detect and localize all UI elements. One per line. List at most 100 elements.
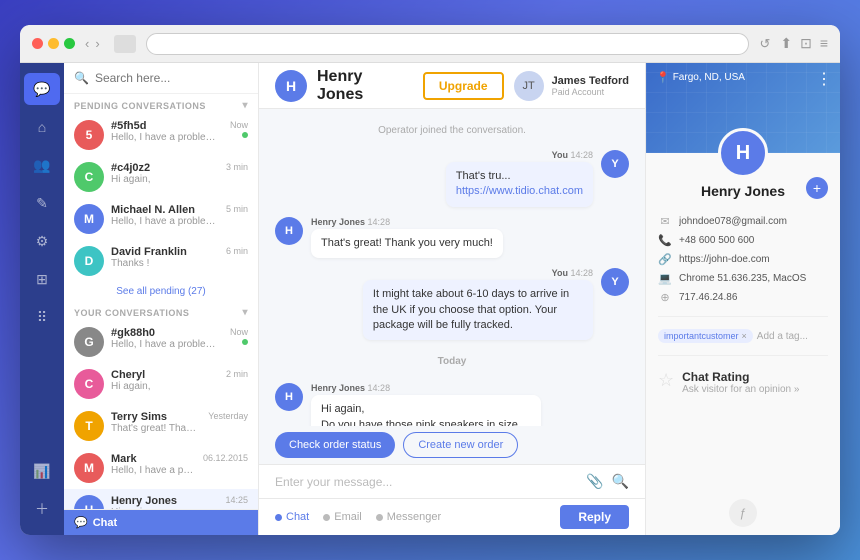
message-bubble: It might take about 6-10 days to arrive … (363, 280, 593, 340)
link-icon: 🔗 (658, 253, 672, 266)
conv-preview: That's great! Thank you very much! (111, 423, 201, 434)
conv-item-pending-2[interactable]: C #c4j0z2 Hi again, 3 min (64, 156, 258, 198)
add-icon: ＋ (35, 499, 49, 519)
panel-menu-button[interactable]: ⋮ (816, 69, 832, 89)
create-order-button[interactable]: Create new order (403, 432, 518, 458)
home-icon: ⌂ (38, 119, 46, 135)
conv-name: #5fh5d (111, 120, 223, 132)
location-text: Fargo, ND, USA (673, 72, 745, 83)
tab-email[interactable]: Email (323, 511, 362, 523)
date-divider: Today (275, 356, 629, 367)
sidebar-icon-settings[interactable]: ⚙ (24, 225, 60, 257)
conv-item-pending-4[interactable]: D David Franklin Thanks ! 6 min (64, 240, 258, 282)
message-content: Henry Jones 14:28 That's great! Thank yo… (311, 217, 503, 258)
message-avatar: Y (601, 268, 629, 296)
dot-red[interactable] (32, 38, 43, 49)
chevron-down-icon[interactable]: ▾ (242, 307, 248, 318)
message-input[interactable] (275, 475, 578, 489)
forward-btn[interactable]: › (95, 36, 99, 51)
conv-item-pending-1[interactable]: 5 #5fh5d Hello, I have a problem with my… (64, 114, 258, 156)
edit-icon: ✎ (36, 195, 48, 212)
message-sender: You (552, 150, 568, 160)
conv-preview: Hello, I have a problem with my wid... (111, 339, 223, 350)
conversations-sidebar: 🔍 PENDING CONVERSATIONS ▾ 5 #5fh5d Hello… (64, 63, 259, 535)
conv-item-your-2[interactable]: C Cheryl Hi again, 2 min (64, 363, 258, 405)
sidebar-icon-grid[interactable]: ⠿ (24, 301, 60, 333)
share-icon[interactable]: ⬆ (780, 35, 792, 52)
tab-chat[interactable]: Chat (275, 511, 309, 523)
conv-info: David Franklin Thanks ! (111, 246, 219, 269)
avatar: C (74, 162, 104, 192)
tag-close-icon[interactable]: × (742, 331, 747, 341)
avatar: H (74, 495, 104, 509)
status-badge (242, 132, 248, 138)
sidebar-icon-users[interactable]: 👥 (24, 149, 60, 181)
sidebar-icon-chat[interactable]: 💬 (24, 73, 60, 105)
search-input[interactable] (95, 71, 250, 85)
back-btn[interactable]: ‹ (85, 36, 89, 51)
bookmark-icon[interactable]: ⊡ (800, 35, 812, 52)
reply-button[interactable]: Reply (560, 505, 629, 529)
browser-actions: ⬆ ⊡ ≡ (780, 35, 828, 52)
sidebar-icon-add[interactable]: ＋ (24, 493, 60, 525)
browser-bar: ‹ › ↺ ⬆ ⊡ ≡ (20, 25, 840, 63)
message-row-3: Y You 14:28 It might take about 6-10 day… (275, 268, 629, 340)
conv-name: Henry Jones (111, 495, 218, 507)
message-link[interactable]: https://www.tidio.chat.com (456, 185, 583, 197)
conv-info: #c4j0z2 Hi again, (111, 162, 219, 185)
conv-meta: 14:25 (225, 495, 248, 505)
avatar: D (74, 246, 104, 276)
conv-item-pending-3[interactable]: M Michael N. Allen Hello, I have a probl… (64, 198, 258, 240)
browser-tab[interactable] (114, 35, 136, 53)
chat-messages: Operator joined the conversation. Y You … (259, 109, 645, 426)
attachment-icon[interactable]: 📎 (586, 473, 603, 490)
conv-info: Michael N. Allen Hello, I have a problem… (111, 204, 219, 227)
conv-item-your-3[interactable]: T Terry Sims That's great! Thank you ver… (64, 405, 258, 447)
message-bubble: That's great! Thank you very much! (311, 229, 503, 258)
divider-2 (658, 355, 828, 356)
chat-tab-bottom[interactable]: 💬 Chat (64, 509, 258, 535)
message-sender: You (552, 268, 568, 278)
conv-time: 2 min (226, 369, 248, 379)
chevron-down-icon[interactable]: ▾ (242, 100, 248, 111)
sidebar-icon-home[interactable]: ⌂ (24, 111, 60, 143)
tab-email-label: Email (334, 511, 362, 523)
chat-input-bar: 📎 🔍 (259, 464, 645, 498)
refresh-btn[interactable]: ↺ (759, 36, 770, 52)
chat-rating-title: Chat Rating (682, 370, 799, 384)
conv-meta: 6 min (226, 246, 248, 256)
avatar: M (74, 453, 104, 483)
conv-item-your-1[interactable]: G #gk88h0 Hello, I have a problem with m… (64, 321, 258, 363)
add-tag-button[interactable]: Add a tag... (757, 331, 808, 342)
add-contact-button[interactable]: + (806, 177, 828, 199)
upgrade-button[interactable]: Upgrade (423, 72, 504, 100)
conv-item-your-4[interactable]: M Mark Hello, I have a problem with my w… (64, 447, 258, 489)
pin-icon: 📍 (656, 71, 670, 84)
agent-name: James Tedford (552, 75, 629, 87)
sidebar-icon-sliders[interactable]: ⊞ (24, 263, 60, 295)
footer-icon[interactable]: ƒ (729, 499, 757, 527)
star-icon[interactable]: ☆ (658, 370, 674, 391)
sidebar-icon-edit[interactable]: ✎ (24, 187, 60, 219)
conv-meta: 06.12.2015 (203, 453, 248, 463)
conv-name: Cheryl (111, 369, 219, 381)
search-icon: 🔍 (74, 71, 89, 85)
agent-status: Paid Account (552, 87, 629, 97)
search-in-chat-icon[interactable]: 🔍 (612, 473, 629, 490)
conv-info: #gk88h0 Hello, I have a problem with my … (111, 327, 223, 350)
check-order-button[interactable]: Check order status (275, 432, 395, 458)
avatar: G (74, 327, 104, 357)
dot-yellow[interactable] (48, 38, 59, 49)
channel-tabs: Chat Email Messenger (275, 511, 441, 523)
contact-details: ✉ johndoe078@gmail.com 📞 +48 600 500 600… (646, 209, 840, 310)
message-avatar: H (275, 217, 303, 245)
conv-info: #5fh5d Hello, I have a problem with my w… (111, 120, 223, 143)
menu-icon[interactable]: ≡ (820, 35, 828, 52)
sidebar-icon-chart[interactable]: 📊 (24, 455, 60, 487)
see-all-pending[interactable]: See all pending (27) (64, 282, 258, 301)
tab-messenger[interactable]: Messenger (376, 511, 441, 523)
message-time: 14:28 (570, 268, 593, 278)
dot-green[interactable] (64, 38, 75, 49)
conv-item-your-5[interactable]: H Henry Jones Hi again, 14:25 (64, 489, 258, 509)
your-convs-label: YOUR CONVERSATIONS (74, 308, 189, 318)
